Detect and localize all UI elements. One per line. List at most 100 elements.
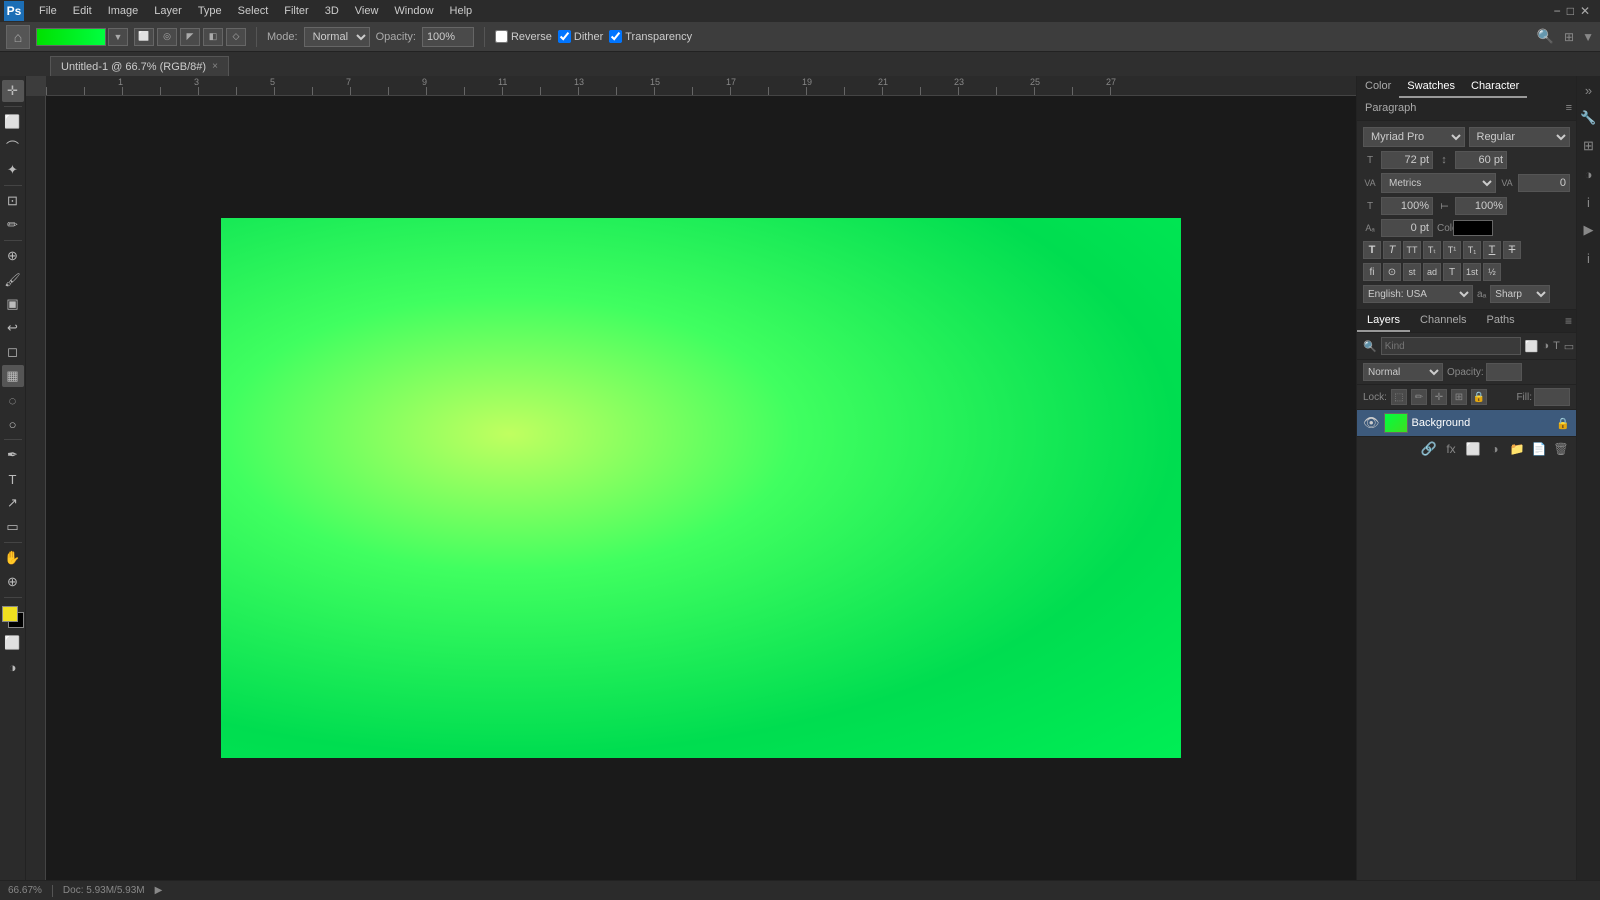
menu-view[interactable]: View xyxy=(348,3,386,19)
menu-filter[interactable]: Filter xyxy=(277,3,315,19)
menu-select[interactable]: Select xyxy=(231,3,276,19)
fmt-circle[interactable]: ⊙ xyxy=(1383,263,1401,281)
screen-mode-btn[interactable]: ⬜ xyxy=(2,632,24,654)
layer-background[interactable]: 👁 Background 🔒 xyxy=(1357,410,1576,436)
transparency-checkbox[interactable] xyxy=(609,30,622,43)
tab-swatches[interactable]: Swatches xyxy=(1399,76,1463,98)
filter-shape-btn[interactable]: ▭ xyxy=(1564,338,1574,354)
zoom-tool[interactable]: ⊕ xyxy=(2,571,24,593)
fmt-italic[interactable]: T xyxy=(1383,241,1401,259)
menu-image[interactable]: Image xyxy=(101,3,146,19)
add-style-btn[interactable]: fx xyxy=(1442,441,1460,457)
crop-tool[interactable]: ⊡ xyxy=(2,190,24,212)
gradient-dropdown-btn[interactable]: ▼ xyxy=(108,28,128,46)
document-tab[interactable]: Untitled-1 @ 66.7% (RGB/8#) × xyxy=(50,56,229,76)
layers-tab-channels[interactable]: Channels xyxy=(1410,310,1476,332)
home-button[interactable]: ⌂ xyxy=(6,25,30,49)
menu-3d[interactable]: 3D xyxy=(318,3,346,19)
lock-transparent-btn[interactable]: ⬚ xyxy=(1391,389,1407,405)
layers-search-input[interactable] xyxy=(1381,337,1521,355)
menu-help[interactable]: Help xyxy=(443,3,480,19)
side-properties-btn[interactable]: i xyxy=(1579,192,1599,212)
expand-btn[interactable]: ▼ xyxy=(1582,30,1594,44)
fmt-underline[interactable]: T xyxy=(1483,241,1501,259)
aa-select[interactable]: Sharp xyxy=(1490,285,1550,303)
gradient-radial-btn[interactable]: ◎ xyxy=(157,28,177,46)
font-style-select[interactable]: Regular xyxy=(1469,127,1571,147)
fmt-superscript[interactable]: T¹ xyxy=(1443,241,1461,259)
side-collapse-btn[interactable]: » xyxy=(1579,80,1599,100)
side-info-btn[interactable]: i xyxy=(1579,248,1599,268)
lock-image-btn[interactable]: ✏ xyxy=(1411,389,1427,405)
new-group-btn[interactable]: 📁 xyxy=(1508,441,1526,457)
fmt-subscript[interactable]: T₁ xyxy=(1463,241,1481,259)
menu-edit[interactable]: Edit xyxy=(66,3,99,19)
fmt-half[interactable]: ½ xyxy=(1483,263,1501,281)
hand-tool[interactable]: ✋ xyxy=(2,547,24,569)
layer-visibility-icon[interactable]: 👁 xyxy=(1363,415,1380,431)
lock-artboard-btn[interactable]: ⊞ xyxy=(1451,389,1467,405)
menu-window[interactable]: Window xyxy=(387,3,440,19)
fmt-small-caps[interactable]: Tₜ xyxy=(1423,241,1441,259)
dither-checkbox[interactable] xyxy=(558,30,571,43)
dither-checkbox-label[interactable]: Dither xyxy=(558,30,603,43)
type-tool[interactable]: T xyxy=(2,468,24,490)
fmt-bold[interactable]: T xyxy=(1363,241,1381,259)
baseline-input[interactable] xyxy=(1381,219,1433,237)
side-layout-btn[interactable]: ⊞ xyxy=(1579,136,1599,156)
marquee-tool[interactable]: ⬜ xyxy=(2,111,24,133)
move-tool[interactable]: ✛ xyxy=(2,80,24,102)
fmt-st[interactable]: st xyxy=(1403,263,1421,281)
reverse-checkbox[interactable] xyxy=(495,30,508,43)
tab-character[interactable]: Character xyxy=(1463,76,1527,98)
gradient-linear-btn[interactable]: ⬜ xyxy=(134,28,154,46)
side-timeline-btn[interactable]: ▶ xyxy=(1579,220,1599,240)
new-fill-adj-btn[interactable]: ◑ xyxy=(1486,441,1504,457)
kerning-select[interactable]: Metrics xyxy=(1381,173,1496,193)
transparency-checkbox-label[interactable]: Transparency xyxy=(609,30,692,43)
lock-position-btn[interactable]: ✛ xyxy=(1431,389,1447,405)
gradient-diamond-btn[interactable]: ◇ xyxy=(226,28,246,46)
menu-layer[interactable]: Layer xyxy=(147,3,189,19)
dodge-tool[interactable]: ○ xyxy=(2,413,24,435)
foreground-color-swatch[interactable] xyxy=(2,606,18,622)
opacity-input[interactable] xyxy=(422,27,474,47)
quick-select-tool[interactable]: ✦ xyxy=(2,159,24,181)
fmt-T[interactable]: T xyxy=(1443,263,1461,281)
reverse-checkbox-label[interactable]: Reverse xyxy=(495,30,552,43)
vscale-input[interactable] xyxy=(1455,197,1507,215)
close-btn[interactable]: ✕ xyxy=(1580,4,1590,18)
text-color-swatch[interactable] xyxy=(1453,220,1493,236)
add-mask-btn[interactable]: ⬜ xyxy=(1464,441,1482,457)
eyedropper-tool[interactable]: ✏ xyxy=(2,214,24,236)
history-brush-tool[interactable]: ↩ xyxy=(2,317,24,339)
leading-input[interactable] xyxy=(1455,151,1507,169)
shape-tool[interactable]: ▭ xyxy=(2,516,24,538)
quick-mask-btn[interactable]: ◑ xyxy=(2,656,24,678)
side-adjust-btn[interactable]: ◑ xyxy=(1579,164,1599,184)
filter-adj-btn[interactable]: ◑ xyxy=(1542,338,1549,354)
gradient-reflected-btn[interactable]: ◧ xyxy=(203,28,223,46)
brush-tool[interactable]: 🖌 xyxy=(2,269,24,291)
link-layers-btn[interactable]: 🔗 xyxy=(1420,441,1438,457)
gradient-preview[interactable] xyxy=(36,28,106,46)
mode-select[interactable]: Normal xyxy=(304,27,370,47)
pen-tool[interactable]: ✒ xyxy=(2,444,24,466)
tab-close-btn[interactable]: × xyxy=(212,61,218,72)
lang-select[interactable]: English: USA xyxy=(1363,285,1473,303)
layers-tab-paths[interactable]: Paths xyxy=(1477,310,1525,332)
layers-panel-menu[interactable]: ≡ xyxy=(1561,310,1576,332)
stamp-tool[interactable]: ▣ xyxy=(2,293,24,315)
maximize-btn[interactable]: □ xyxy=(1567,4,1574,18)
tracking-input[interactable] xyxy=(1518,174,1570,192)
lock-all-btn[interactable]: 🔒 xyxy=(1471,389,1487,405)
lasso-tool[interactable]: ⌒ xyxy=(2,135,24,157)
canvas-background[interactable] xyxy=(46,96,1356,880)
tab-paragraph[interactable]: Paragraph xyxy=(1357,98,1424,120)
path-select-tool[interactable]: ↗ xyxy=(2,492,24,514)
fill-input[interactable]: 100% xyxy=(1534,388,1570,406)
filter-pixel-btn[interactable]: ⬜ xyxy=(1525,338,1539,354)
fmt-1st[interactable]: 1st xyxy=(1463,263,1481,281)
layers-tab-layers[interactable]: Layers xyxy=(1357,310,1410,332)
filter-type-btn[interactable]: T xyxy=(1553,338,1560,354)
